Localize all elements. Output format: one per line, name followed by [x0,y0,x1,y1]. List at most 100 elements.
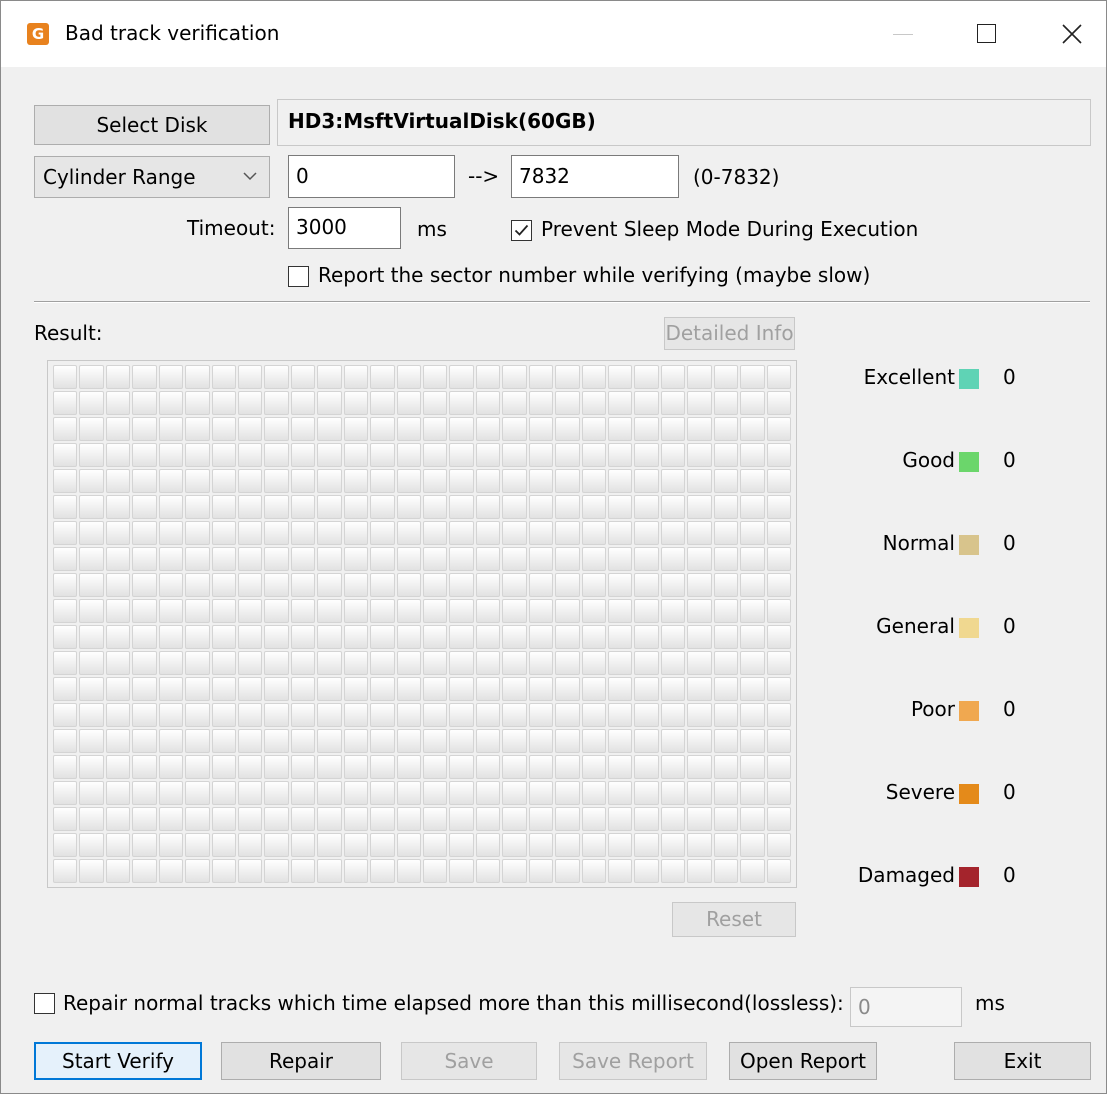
track-cell[interactable] [713,703,739,727]
track-cell[interactable] [211,651,236,675]
track-cell[interactable] [687,833,712,857]
track-cell[interactable] [502,625,527,649]
track-cell[interactable] [79,677,104,701]
track-cell[interactable] [79,807,104,831]
track-cell[interactable] [660,547,686,571]
track-cell[interactable] [687,651,712,675]
track-cell[interactable] [634,625,659,649]
track-cell[interactable] [264,729,289,753]
track-cell[interactable] [634,495,659,519]
track-cell[interactable] [53,443,78,467]
track-cell[interactable] [475,391,501,415]
track-cell[interactable] [660,651,686,675]
track-cell[interactable] [475,755,501,779]
track-cell[interactable] [343,859,369,883]
track-cell[interactable] [581,781,606,805]
track-cell[interactable] [581,547,606,571]
track-cell[interactable] [687,443,712,467]
track-cell[interactable] [132,495,157,519]
track-cell[interactable] [211,365,236,389]
track-cell[interactable] [687,417,712,441]
track-cell[interactable] [634,781,659,805]
track-cell[interactable] [740,495,765,519]
track-cell[interactable] [158,469,184,493]
range-mode-dropdown[interactable]: Cylinder Range [34,156,270,198]
track-cell[interactable] [105,573,131,597]
track-cell[interactable] [264,781,289,805]
track-cell[interactable] [317,807,342,831]
track-cell[interactable] [766,677,791,701]
track-cell[interactable] [158,599,184,623]
track-cell[interactable] [211,547,236,571]
exit-button[interactable]: Exit [954,1042,1091,1080]
track-cell[interactable] [290,547,316,571]
track-cell[interactable] [290,781,316,805]
track-cell[interactable] [290,365,316,389]
track-cell[interactable] [211,677,236,701]
track-cell[interactable] [185,547,210,571]
track-cell[interactable] [396,495,421,519]
track-cell[interactable] [581,859,606,883]
track-cell[interactable] [608,495,633,519]
track-cell[interactable] [555,833,580,857]
track-cell[interactable] [290,651,316,675]
track-cell[interactable] [766,495,791,519]
track-cell[interactable] [449,677,474,701]
close-button[interactable] [1041,1,1103,67]
track-cell[interactable] [317,599,342,623]
track-cell[interactable] [290,833,316,857]
track-cell[interactable] [264,859,289,883]
track-cell[interactable] [423,859,448,883]
track-cell[interactable] [105,547,131,571]
track-cell[interactable] [528,833,554,857]
track-cell[interactable] [396,443,421,467]
track-cell[interactable] [238,859,263,883]
track-cell[interactable] [713,391,739,415]
track-cell[interactable] [53,625,78,649]
track-cell[interactable] [158,625,184,649]
open-report-button[interactable]: Open Report [729,1042,877,1080]
track-cell[interactable] [158,651,184,675]
track-cell[interactable] [581,495,606,519]
track-cell[interactable] [185,521,210,545]
track-cell[interactable] [105,807,131,831]
track-cell[interactable] [343,365,369,389]
track-cell[interactable] [53,651,78,675]
track-cell[interactable] [528,755,554,779]
track-cell[interactable] [766,469,791,493]
track-cell[interactable] [687,469,712,493]
report-sector-label[interactable]: Report the sector number while verifying… [318,263,870,287]
track-cell[interactable] [264,391,289,415]
track-cell[interactable] [343,677,369,701]
track-cell[interactable] [158,417,184,441]
track-cell[interactable] [79,625,104,649]
track-cell[interactable] [264,755,289,779]
track-cell[interactable] [396,625,421,649]
track-cell[interactable] [449,443,474,467]
track-cell[interactable] [502,599,527,623]
track-cell[interactable] [608,807,633,831]
track-cell[interactable] [581,521,606,545]
track-cell[interactable] [105,495,131,519]
track-cell[interactable] [264,833,289,857]
track-cell[interactable] [370,495,395,519]
track-cell[interactable] [423,755,448,779]
track-cell[interactable] [475,547,501,571]
track-cell[interactable] [290,521,316,545]
track-cell[interactable] [581,755,606,779]
track-cell[interactable] [608,443,633,467]
track-cell[interactable] [555,651,580,675]
track-cell[interactable] [555,547,580,571]
track-cell[interactable] [502,547,527,571]
track-cell[interactable] [317,833,342,857]
track-cell[interactable] [713,443,739,467]
track-cell[interactable] [555,521,580,545]
track-cell[interactable] [132,417,157,441]
track-cell[interactable] [53,521,78,545]
track-cell[interactable] [185,417,210,441]
track-cell[interactable] [79,859,104,883]
track-cell[interactable] [660,495,686,519]
track-cell[interactable] [343,807,369,831]
track-cell[interactable] [766,365,791,389]
track-cell[interactable] [608,469,633,493]
